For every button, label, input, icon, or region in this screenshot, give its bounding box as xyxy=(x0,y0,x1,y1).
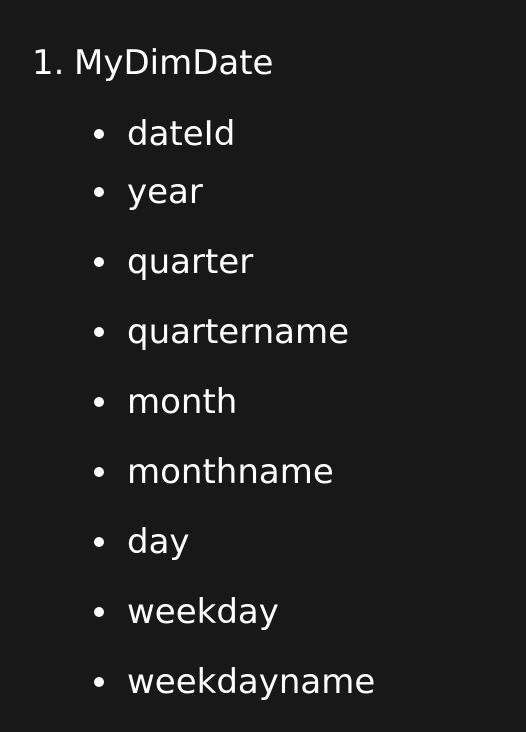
field-name: weekday xyxy=(127,592,279,632)
field-name: quarter xyxy=(127,242,254,282)
list-item-mydimdate: 1. MyDimDate xyxy=(32,40,512,86)
field-name: dateId xyxy=(127,114,236,154)
bullet-icon xyxy=(94,677,104,687)
field-name: quartername xyxy=(127,312,349,352)
bullet-icon xyxy=(94,257,104,267)
field-item-year: year xyxy=(94,157,514,227)
bullet-icon xyxy=(94,607,104,617)
bullet-icon xyxy=(94,397,104,407)
field-name: day xyxy=(127,522,190,562)
field-name: monthname xyxy=(127,452,334,492)
field-name: year xyxy=(127,172,203,212)
bullet-icon xyxy=(94,467,104,477)
list-item-heading: 1. MyDimDate xyxy=(32,40,512,86)
field-item-day: day xyxy=(94,507,514,577)
field-item-weekday: weekday xyxy=(94,577,514,647)
field-item-month: month xyxy=(94,367,514,437)
field-item-weekdayname: weekdayname xyxy=(94,647,514,717)
bullet-icon xyxy=(94,129,104,139)
field-item-quartername: quartername xyxy=(94,297,514,367)
bullet-icon xyxy=(94,187,104,197)
document-page: 1. MyDimDate dateId year quarter quarter… xyxy=(0,0,526,732)
list-item-number: 1. xyxy=(32,43,65,83)
list-item-title: MyDimDate xyxy=(74,43,274,83)
bullet-icon xyxy=(94,537,104,547)
field-list: dateId year quarter quartername month mo… xyxy=(94,111,514,717)
field-item-quarter: quarter xyxy=(94,227,514,297)
field-name: weekdayname xyxy=(127,662,376,702)
bullet-icon xyxy=(94,327,104,337)
field-item-monthname: monthname xyxy=(94,437,514,507)
field-item-dateid: dateId xyxy=(94,111,514,157)
field-name: month xyxy=(127,382,238,422)
